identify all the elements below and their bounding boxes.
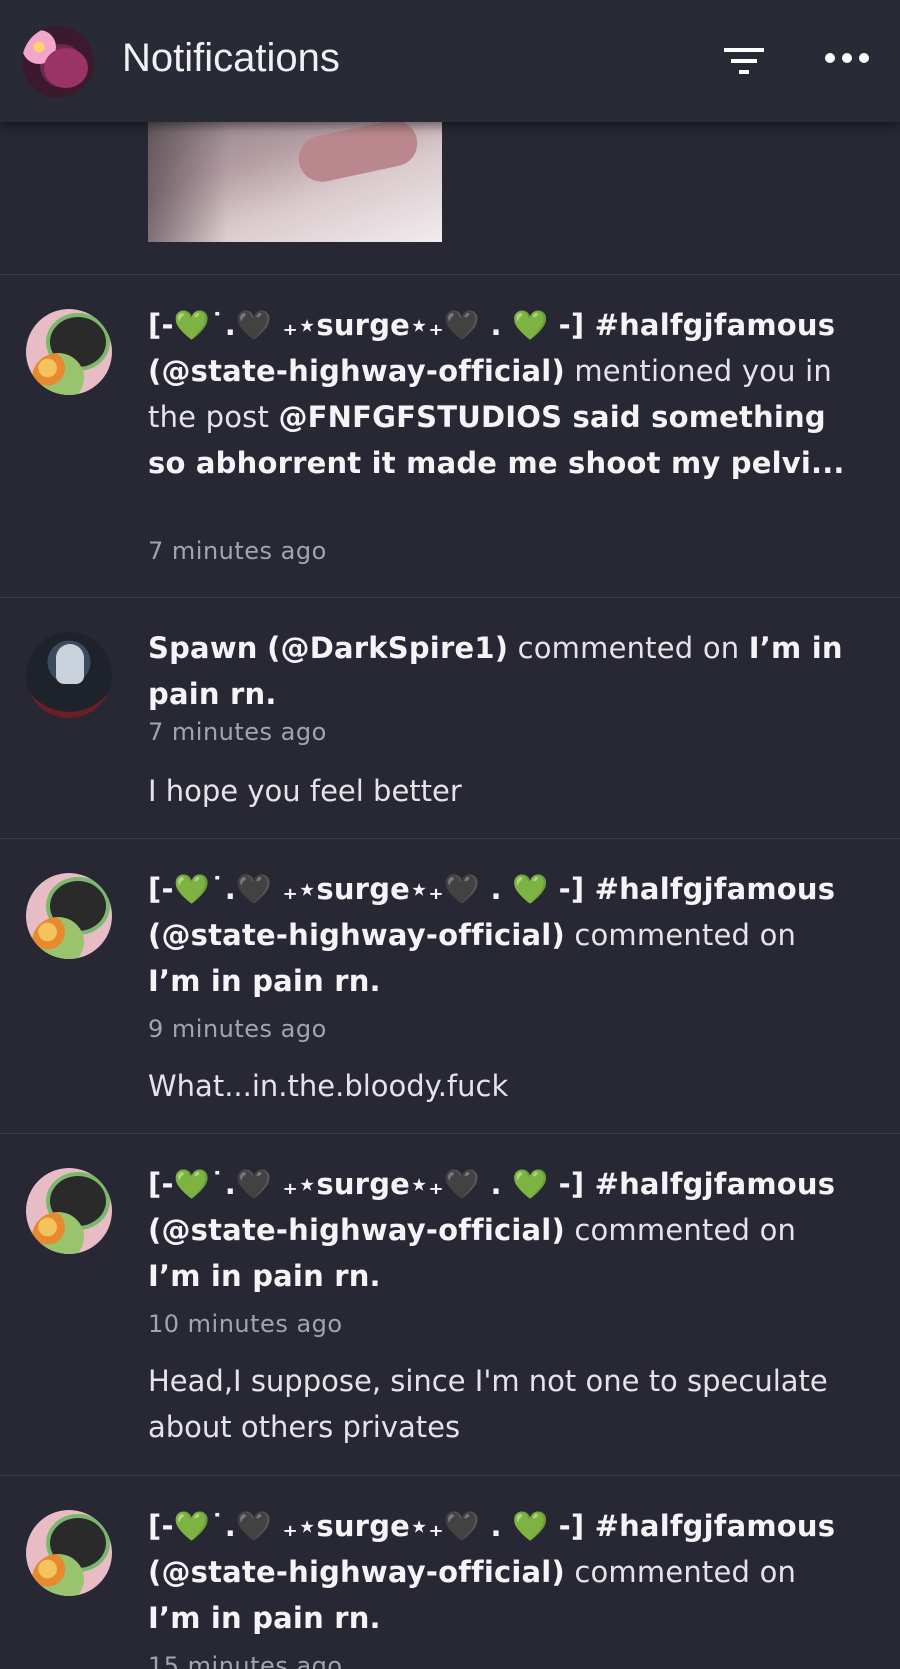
timestamp: 7 minutes ago [148,718,327,746]
action-text: commented on [574,1213,797,1247]
comment-text: What...in.the.bloody.fuck [148,1069,509,1103]
timestamp: 15 minutes ago [148,1652,343,1669]
author-handle[interactable]: (@DarkSpire1) [267,631,508,665]
notification-text: [-💚˙.🖤 ₊⋆surge⋆₊🖤 . 💚 -] #halfgjfamous (… [148,866,858,1004]
action-text: commented on [517,631,740,665]
author-handle[interactable]: (@state-highway-official) [148,1555,565,1589]
avatar[interactable] [26,1510,112,1596]
author-name[interactable]: Spawn [148,631,258,665]
timestamp: 10 minutes ago [148,1310,343,1338]
page-title: Notifications [122,36,340,80]
avatar[interactable] [26,632,112,718]
notification-item[interactable]: [-💚˙.🖤 ₊⋆surge⋆₊🖤 . 💚 -] #halfgjfamous (… [0,839,900,1133]
notification-text: [-💚˙.🖤 ₊⋆surge⋆₊🖤 . 💚 -] #halfgjfamous (… [148,1503,858,1641]
notification-text: [-💚˙.🖤 ₊⋆surge⋆₊🖤 . 💚 -] #halfgjfamous (… [148,302,858,486]
top-bar: Notifications [0,0,900,122]
comment-text: Head,I suppose, since I'm not one to spe… [148,1364,828,1444]
timestamp: 7 minutes ago [148,537,327,565]
post-link[interactable]: I’m in pain rn. [148,1259,381,1293]
author-name[interactable]: [-💚˙.🖤 ₊⋆surge⋆₊🖤 . 💚 -] #halfgjfamous [148,1509,835,1543]
notification-text: Spawn (@DarkSpire1) commented on I’m in … [148,625,858,717]
comment-text: I hope you feel better [148,774,462,808]
post-link[interactable]: I’m in pain rn. [148,964,381,998]
action-text: commented on [574,1555,797,1589]
notification-item[interactable]: [-💚˙.🖤 ₊⋆surge⋆₊🖤 . 💚 -] #halfgjfamous (… [0,275,900,597]
avatar[interactable] [26,309,112,395]
notification-item[interactable]: [-💚˙.🖤 ₊⋆surge⋆₊🖤 . 💚 -] #halfgjfamous (… [0,1134,900,1474]
author-handle[interactable]: (@state-highway-official) [148,1213,565,1247]
timestamp: 9 minutes ago [148,1015,327,1043]
post-preview-image[interactable] [148,118,442,242]
author-name[interactable]: [-💚˙.🖤 ₊⋆surge⋆₊🖤 . 💚 -] #halfgjfamous [148,1167,835,1201]
more-icon[interactable] [824,48,870,68]
author-name[interactable]: [-💚˙.🖤 ₊⋆surge⋆₊🖤 . 💚 -] #halfgjfamous [148,308,835,342]
author-handle[interactable]: (@state-highway-official) [148,918,565,952]
filter-icon[interactable] [722,44,766,78]
user-avatar[interactable] [22,26,94,98]
notification-text: [-💚˙.🖤 ₊⋆surge⋆₊🖤 . 💚 -] #halfgjfamous (… [148,1161,858,1299]
avatar[interactable] [26,873,112,959]
action-text: commented on [574,918,797,952]
notification-item[interactable]: Spawn (@DarkSpire1) commented on I’m in … [0,598,900,838]
post-link[interactable]: I’m in pain rn. [148,1601,381,1635]
avatar[interactable] [26,1168,112,1254]
author-handle[interactable]: (@state-highway-official) [148,354,565,388]
author-name[interactable]: [-💚˙.🖤 ₊⋆surge⋆₊🖤 . 💚 -] #halfgjfamous [148,872,835,906]
notification-item[interactable]: [-💚˙.🖤 ₊⋆surge⋆₊🖤 . 💚 -] #halfgjfamous (… [0,1476,900,1669]
